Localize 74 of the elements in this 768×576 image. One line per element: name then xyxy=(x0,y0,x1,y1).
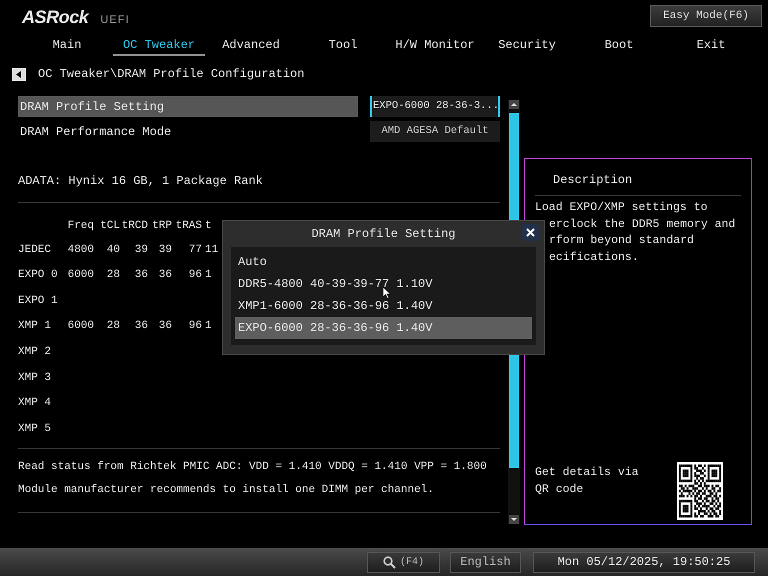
setting-value[interactable]: AMD AGESA Default xyxy=(370,121,500,142)
close-button[interactable] xyxy=(522,224,539,241)
profile-name: XMP 5 xyxy=(18,422,52,437)
status-line: Read status from Richtek PMIC ADC: VDD = 1.410 VDDQ = 1.410 VPP = 1.800 xyxy=(18,460,488,475)
column-header: tRAS xyxy=(174,218,202,234)
table-cell-text: 36 xyxy=(158,268,172,284)
table-cell-text: 28 xyxy=(106,268,120,284)
nav-tab[interactable]: Security xyxy=(481,36,573,56)
setting-value[interactable]: EXPO-6000 28-36-3... xyxy=(370,96,500,117)
table-cell-text: 28 xyxy=(106,319,120,334)
back-arrow-icon xyxy=(16,70,22,78)
search-button[interactable]: (F4) xyxy=(367,552,440,572)
table-cell-text: 77 xyxy=(188,242,202,258)
table-cell-text: 36 xyxy=(134,319,148,334)
table-cell-text: 36 xyxy=(158,319,172,334)
profile-name: EXPO 1 xyxy=(18,294,59,309)
profile-name: XMP 3 xyxy=(18,370,52,386)
nav-tab[interactable]: Advanced xyxy=(205,36,297,56)
table-cell-text: 11 xyxy=(204,242,218,258)
profile-name: XMP 4 xyxy=(18,396,52,412)
date-time: Mon 05/12/2025, 19:50:25 xyxy=(533,552,755,572)
table-cell-text: 40 xyxy=(106,242,120,258)
logo-subtitle: UEFI xyxy=(100,15,130,26)
description-title: Description xyxy=(553,172,634,189)
mouse-cursor-icon xyxy=(383,287,391,299)
profile-name: JEDEC xyxy=(18,242,52,258)
module-info: ADATA: Hynix 16 GB, 1 Package Rank xyxy=(18,173,264,190)
qr-code xyxy=(677,462,723,520)
scroll-down-icon xyxy=(509,515,519,524)
qr-caption: Get details via QR code xyxy=(535,465,640,498)
profile-option[interactable]: XMP1-6000 28-36-36-96 1.40V xyxy=(235,295,532,317)
description-text: erclock the DDR5 memory and xyxy=(548,216,736,232)
column-header: Freq xyxy=(66,218,94,234)
breadcrumb: OC Tweaker\DRAM Profile Configuration xyxy=(38,66,304,83)
profile-name: XMP 1 xyxy=(18,319,52,334)
nav-tab[interactable]: Exit xyxy=(665,36,757,56)
status-line: Module manufacturer recommends to install one DIMM per channel. xyxy=(18,482,435,498)
search-icon xyxy=(382,556,396,568)
column-header: t xyxy=(204,218,213,234)
close-icon xyxy=(526,228,535,237)
nav-tab[interactable]: Main xyxy=(21,36,113,56)
profile-option[interactable]: Auto xyxy=(235,251,532,273)
setting-label[interactable]: DRAM Profile Setting xyxy=(18,96,358,117)
table-cell-text: 96 xyxy=(188,319,202,334)
description-text: ecifications. xyxy=(548,250,640,266)
table-cell-text: 1 xyxy=(204,268,213,284)
nav-tab[interactable]: Boot xyxy=(573,36,665,56)
column-header: tRCD xyxy=(120,218,148,234)
profile-option[interactable]: DDR5-4800 40-39-39-77 1.10V xyxy=(235,273,532,295)
nav-tab[interactable]: Tool xyxy=(297,36,389,56)
language-button[interactable]: English xyxy=(450,552,521,572)
nav-tab[interactable]: H/W Monitor xyxy=(389,36,481,56)
table-cell-text: 39 xyxy=(134,242,148,258)
table-cell-text: 96 xyxy=(188,268,202,284)
brand-logo: ASRock xyxy=(22,8,88,26)
table-cell-text: 36 xyxy=(134,268,148,284)
column-header: tCL xyxy=(99,218,120,234)
back-button[interactable] xyxy=(12,68,26,80)
table-cell-text: 6000 xyxy=(66,268,94,284)
profile-name: EXPO 0 xyxy=(18,268,59,284)
table-cell-text: 1 xyxy=(204,319,213,334)
profile-option[interactable]: EXPO-6000 28-36-36-96 1.40V xyxy=(235,317,532,339)
profile-name: XMP 2 xyxy=(18,344,52,360)
setting-label[interactable]: DRAM Performance Mode xyxy=(18,121,358,142)
dialog-title: DRAM Profile Setting xyxy=(311,226,456,243)
description-text: rform beyond standard xyxy=(548,233,695,249)
scroll-up-icon xyxy=(509,100,519,109)
table-cell-text: 6000 xyxy=(66,319,94,334)
easy-mode-button[interactable]: Easy Mode(F6) xyxy=(650,5,762,27)
nav-tab[interactable]: OC Tweaker xyxy=(113,36,205,56)
table-cell-text: 39 xyxy=(158,242,172,258)
column-header: tRP xyxy=(151,218,172,234)
description-text: Load EXPO/XMP settings to xyxy=(535,200,709,216)
table-cell-text: 4800 xyxy=(66,242,94,258)
